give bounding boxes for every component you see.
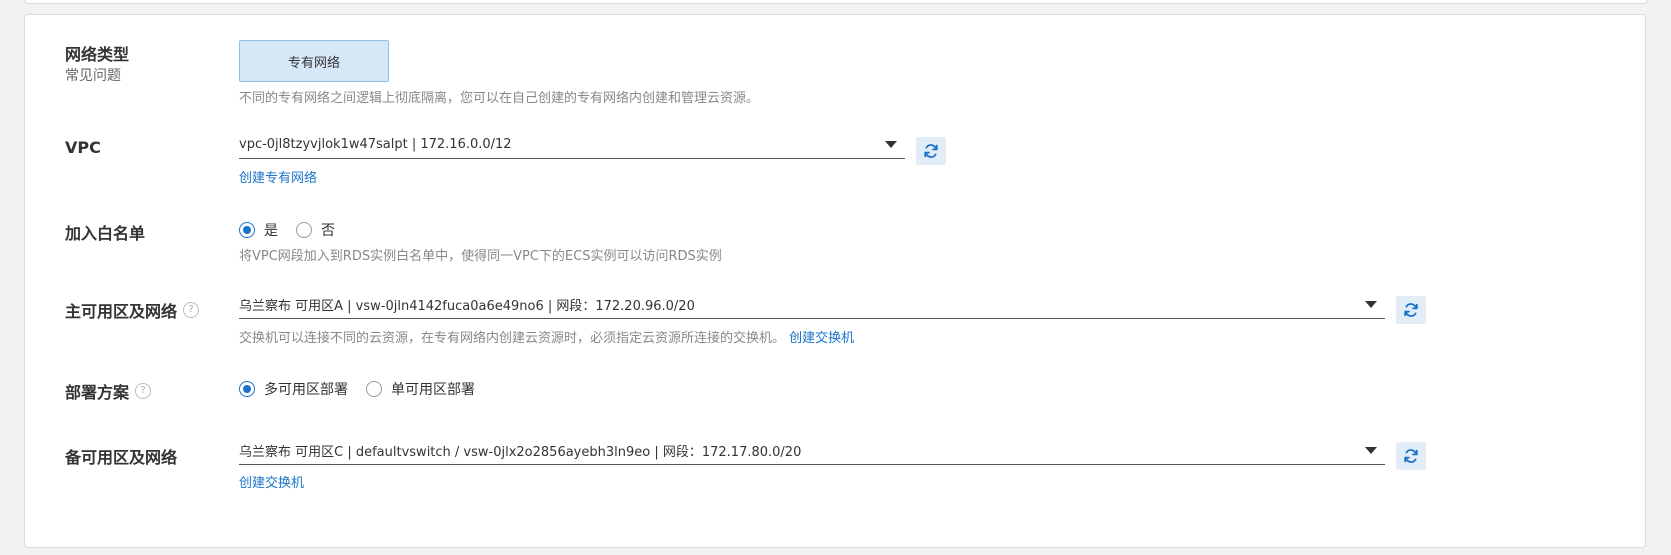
vpc-refresh-button[interactable] bbox=[916, 137, 946, 165]
help-icon[interactable]: ? bbox=[135, 383, 152, 399]
radio-unchecked-icon bbox=[366, 381, 382, 397]
help-icon[interactable]: ? bbox=[183, 302, 200, 318]
deployment-label: 部署方案 ? bbox=[65, 379, 152, 403]
vpc-network-type-button[interactable]: 专有网络 bbox=[239, 40, 389, 82]
secondary-zone-select-value: 乌兰察布 可用区C | defaultvswitch / vsw-0jlx2o2… bbox=[239, 445, 802, 460]
chevron-down-icon bbox=[1365, 447, 1377, 454]
whitelist-option-no[interactable]: 否 bbox=[296, 220, 335, 240]
create-vswitch-link[interactable]: 创建交换机 bbox=[789, 331, 854, 346]
network-type-label-text: 网络类型 bbox=[65, 45, 130, 64]
primary-zone-label: 主可用区及网络 ? bbox=[65, 298, 200, 322]
chevron-down-icon bbox=[1365, 301, 1377, 308]
primary-zone-hint-text: 交换机可以连接不同的云资源，在专有网络内创建云资源时，必须指定云资源所连接的交换… bbox=[239, 331, 786, 346]
primary-zone-select-value: 乌兰察布 可用区A | vsw-0jln4142fuca0a6e49no6 | … bbox=[239, 299, 695, 314]
deployment-radio-group: 多可用区部署 单可用区部署 bbox=[239, 379, 475, 399]
radio-checked-icon bbox=[239, 381, 255, 397]
radio-unchecked-icon bbox=[296, 222, 312, 238]
create-vswitch-link-secondary[interactable]: 创建交换机 bbox=[239, 472, 304, 491]
vpc-label-text: VPC bbox=[65, 138, 101, 157]
create-vpc-link[interactable]: 创建专有网络 bbox=[239, 167, 317, 186]
vpc-select-value: vpc-0jl8tzyvjlok1w47salpt | 172.16.0.0/1… bbox=[239, 137, 512, 152]
deployment-option-multi-zone[interactable]: 多可用区部署 bbox=[239, 379, 348, 399]
secondary-zone-refresh-button[interactable] bbox=[1396, 442, 1426, 470]
deployment-label-text: 部署方案 bbox=[65, 383, 130, 402]
deployment-option-multi-zone-label: 多可用区部署 bbox=[264, 382, 348, 398]
deployment-option-single-zone-label: 单可用区部署 bbox=[391, 382, 475, 398]
refresh-icon bbox=[1404, 303, 1418, 317]
whitelist-label: 加入白名单 bbox=[65, 220, 145, 244]
whitelist-option-yes-label: 是 bbox=[264, 223, 278, 239]
refresh-icon bbox=[924, 144, 938, 158]
network-type-hint: 不同的专有网络之间逻辑上彻底隔离，您可以在自己创建的专有网络内创建和管理云资源。 bbox=[239, 91, 760, 106]
primary-zone-refresh-button[interactable] bbox=[1396, 296, 1426, 324]
secondary-zone-select[interactable]: 乌兰察布 可用区C | defaultvswitch / vsw-0jlx2o2… bbox=[239, 437, 1385, 465]
secondary-zone-label-text: 备可用区及网络 bbox=[65, 448, 178, 467]
whitelist-hint: 将VPC网段加入到RDS实例白名单中，使得同一VPC下的ECS实例可以访问RDS… bbox=[239, 249, 722, 264]
network-config-panel: 网络类型 常见问题 专有网络 不同的专有网络之间逻辑上彻底隔离，您可以在自己创建… bbox=[24, 14, 1646, 548]
chevron-down-icon bbox=[885, 141, 897, 148]
whitelist-radio-group: 是 否 bbox=[239, 220, 335, 240]
primary-zone-hint: 交换机可以连接不同的云资源，在专有网络内创建云资源时，必须指定云资源所连接的交换… bbox=[239, 327, 854, 346]
vpc-label: VPC bbox=[65, 138, 101, 157]
refresh-icon bbox=[1404, 449, 1418, 463]
whitelist-option-yes[interactable]: 是 bbox=[239, 220, 278, 240]
secondary-zone-label: 备可用区及网络 bbox=[65, 444, 177, 468]
network-type-label: 网络类型 bbox=[65, 41, 129, 65]
primary-zone-label-text: 主可用区及网络 bbox=[65, 302, 178, 321]
faq-link[interactable]: 常见问题 bbox=[65, 65, 121, 85]
primary-zone-select[interactable]: 乌兰察布 可用区A | vsw-0jln4142fuca0a6e49no6 | … bbox=[239, 291, 1385, 319]
whitelist-option-no-label: 否 bbox=[321, 223, 335, 239]
whitelist-label-text: 加入白名单 bbox=[65, 224, 146, 243]
radio-checked-icon bbox=[239, 222, 255, 238]
previous-panel-edge bbox=[24, 0, 1648, 4]
vpc-select[interactable]: vpc-0jl8tzyvjlok1w47salpt | 172.16.0.0/1… bbox=[239, 131, 905, 159]
deployment-option-single-zone[interactable]: 单可用区部署 bbox=[366, 379, 475, 399]
